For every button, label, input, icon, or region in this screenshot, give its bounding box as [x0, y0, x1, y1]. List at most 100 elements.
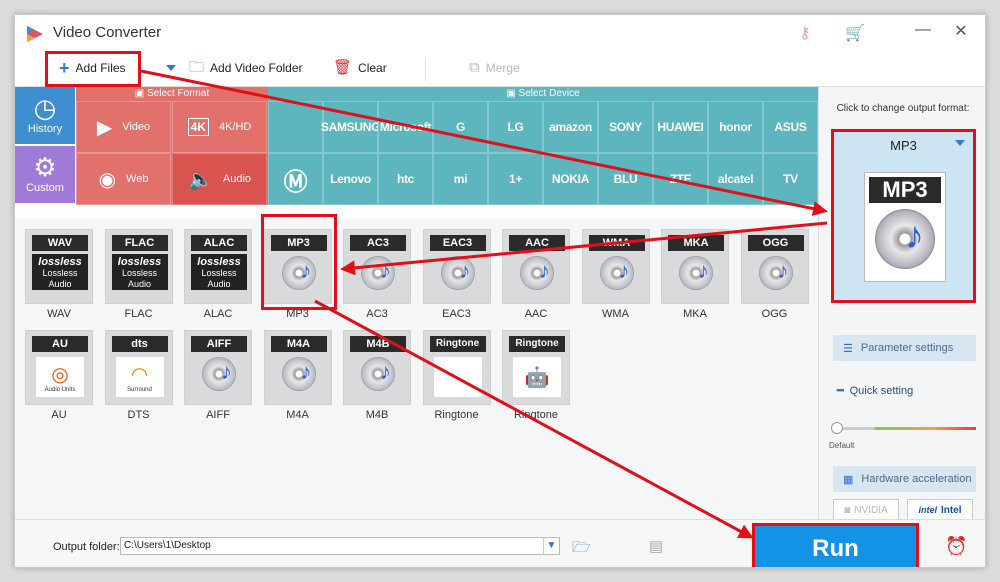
format-label: MKA — [683, 308, 707, 320]
format-tile-ogg[interactable]: OGG ♪ — [740, 229, 809, 304]
quality-slider-track[interactable] — [831, 427, 976, 430]
lossless-text: Audio — [48, 279, 72, 289]
add-video-folder-button[interactable]: 🗀 Add Video Folder — [189, 59, 303, 76]
format-label: AAC — [524, 308, 548, 320]
output-folder-dropdown-icon[interactable]: ▼ — [543, 538, 559, 554]
format-tile-m4b[interactable]: M4B ♪ — [343, 330, 411, 405]
format-web[interactable]: ◉ Web — [76, 153, 171, 205]
merge-icon: ⧉ — [469, 59, 480, 76]
device-2-5[interactable]: 1+ — [488, 153, 543, 205]
add-files-dropdown-icon[interactable] — [166, 65, 176, 71]
video-folder-icon[interactable]: ▤ — [649, 537, 663, 555]
device-1-5[interactable]: LG — [488, 101, 543, 153]
clear-label: Clear — [358, 61, 387, 75]
quality-slider-handle[interactable] — [831, 422, 843, 434]
format-tile-eac3[interactable]: EAC3 ♪ — [422, 229, 491, 304]
format-4k-hd[interactable]: 4K 4K/HD — [172, 101, 267, 153]
lossless-text: lossless — [38, 256, 82, 268]
output-format-name: MP3 — [890, 138, 917, 153]
device-2-4[interactable]: mi — [433, 153, 488, 205]
lossless-text: Lossless — [201, 268, 237, 278]
intel-toggle[interactable]: intel Intel — [907, 499, 973, 521]
format-tile-dts[interactable]: dts ◠ Surround — [104, 330, 173, 405]
lossless-audio-icon: lossless Lossless Audio — [191, 254, 247, 290]
device-2-7[interactable]: BLU — [598, 153, 653, 205]
open-folder-icon[interactable]: 🗁 — [572, 537, 591, 562]
format-badge: AIFF — [191, 336, 247, 352]
clear-button[interactable]: 🗑 Clear — [333, 60, 387, 75]
format-label: AC3 — [366, 308, 388, 320]
device-label: alcatel — [717, 172, 754, 186]
format-audio[interactable]: 🔈 Audio — [172, 153, 267, 205]
format-video[interactable]: ▶ Video — [76, 101, 171, 153]
device-1-10[interactable]: ASUS — [763, 101, 818, 153]
key-icon[interactable]: ⚷ — [799, 23, 811, 43]
nvidia-toggle[interactable]: ◙ NVIDIA — [833, 499, 899, 521]
format-label: Ringtone — [513, 409, 559, 421]
device-2-3[interactable]: htc — [378, 153, 433, 205]
alarm-clock-icon[interactable]: ⏰ — [945, 536, 967, 557]
device-label: amazon — [549, 120, 592, 134]
hardware-acceleration-label: Hardware acceleration — [861, 473, 972, 485]
history-tab[interactable]: ◷ History — [15, 87, 75, 144]
format-tile-alac[interactable]: ALAC lossless Lossless Audio — [184, 229, 252, 304]
format-label: Ringtone — [434, 409, 479, 421]
merge-button[interactable]: ⧉ Merge — [469, 59, 520, 76]
format-tile-ac3[interactable]: AC3 ♪ — [343, 229, 411, 304]
format-badge: Ringtone — [429, 336, 486, 352]
format-tile-wma[interactable]: WMA ♪ — [581, 229, 650, 304]
lossless-audio-icon: lossless Lossless Audio — [32, 254, 88, 290]
format-tile-aac[interactable]: AAC ♪ — [502, 229, 570, 304]
cart-icon[interactable]: 🛒 — [845, 23, 865, 43]
device-2-10[interactable]: TV — [763, 153, 818, 205]
device-2-6[interactable]: NOKIA — [543, 153, 598, 205]
chrome-icon: ◉ — [98, 168, 117, 191]
run-button[interactable]: Run — [752, 523, 919, 567]
device-label: HUAWEI — [657, 120, 704, 134]
device-2-9[interactable]: alcatel — [708, 153, 763, 205]
format-graphic: 🤖 — [513, 357, 561, 397]
device-label: TV — [783, 172, 798, 186]
minimize-button[interactable]: — — [911, 21, 935, 39]
bottom-bar: Output folder: C:\Users\1\Desktop ▼ 🗁 ▤ … — [15, 519, 985, 567]
folder-add-icon: 🗀 — [189, 59, 205, 76]
device-1-3[interactable]: Microsoft — [378, 101, 433, 153]
slider-icon: ━ — [837, 385, 844, 397]
device-1-1[interactable] — [268, 101, 323, 153]
audio-format-grid: WAV lossless Lossless Audio WAV FLAC lossless L… — [15, 219, 818, 519]
gear-icon: ⚙ — [33, 152, 57, 182]
device-2-8[interactable]: ZTE — [653, 153, 708, 205]
device-1-4[interactable]: G — [433, 101, 488, 153]
format-audio-label: Audio — [222, 173, 252, 185]
custom-tab[interactable]: ⚙ Custom — [15, 146, 75, 203]
device-1-6[interactable]: amazon — [543, 101, 598, 153]
close-button[interactable]: ✕ — [949, 21, 973, 41]
device-1-9[interactable]: honor — [708, 101, 763, 153]
output-format-caption: Click to change output format: — [836, 103, 970, 114]
format-tile-ringtone-android[interactable]: Ringtone 🤖 — [502, 330, 570, 405]
select-format-heading: ▣ Select Format — [134, 88, 210, 99]
output-folder-input[interactable]: C:\Users\1\Desktop — [120, 537, 560, 555]
device-2-1[interactable]: Ⓜ — [268, 153, 323, 205]
music-note-icon: ♪ — [459, 258, 471, 283]
format-label: WMA — [602, 308, 629, 320]
device-1-7[interactable]: SONY — [598, 101, 653, 153]
format-tile-aiff[interactable]: AIFF ♪ — [184, 330, 252, 405]
device-1-2[interactable]: SAMSUNG — [321, 101, 380, 153]
format-tile-au[interactable]: AU ◎ Audio Units — [25, 330, 93, 405]
format-tile-flac[interactable]: FLAC lossless Lossless Audio — [104, 229, 173, 304]
format-tile-m4a[interactable]: M4A ♪ — [263, 330, 332, 405]
hardware-acceleration-button[interactable]: ▦ Hardware acceleration — [833, 466, 976, 492]
lossless-text: Lossless — [42, 268, 78, 278]
format-tile-mka[interactable]: MKA ♪ — [661, 229, 729, 304]
output-format-selector[interactable]: MP3 MP3 ♪ — [831, 129, 976, 303]
annotation-box-add-files — [45, 51, 141, 87]
device-1-8[interactable]: HUAWEI — [653, 101, 708, 153]
music-note-icon: ♪ — [905, 215, 924, 257]
format-tile-wav[interactable]: WAV lossless Lossless Audio — [25, 229, 93, 304]
lossless-text: Audio — [207, 279, 231, 289]
format-tile-ringtone[interactable]: Ringtone — [422, 330, 491, 405]
format-graphic: ◎ Audio Units — [36, 357, 84, 397]
device-2-2[interactable]: Lenovo — [323, 153, 378, 205]
parameter-settings-button[interactable]: ☰ Parameter settings — [833, 335, 976, 361]
